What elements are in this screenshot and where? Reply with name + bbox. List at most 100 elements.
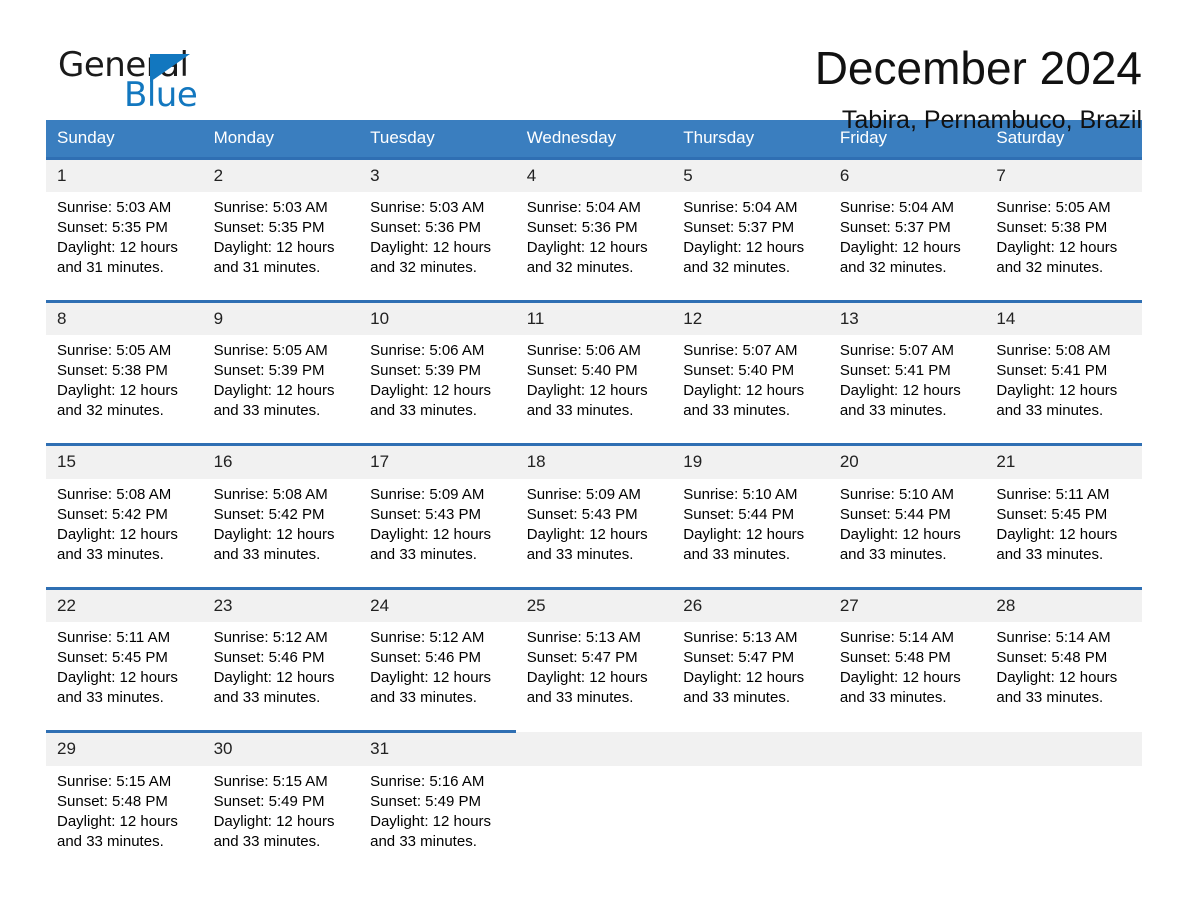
day-number[interactable]: 12 xyxy=(672,299,829,336)
day-cell[interactable]: Sunrise: 5:16 AM Sunset: 5:49 PM Dayligh… xyxy=(359,765,516,874)
day-cell[interactable]: Sunrise: 5:03 AM Sunset: 5:35 PM Dayligh… xyxy=(202,191,360,302)
day-number[interactable]: 19 xyxy=(672,443,829,479)
day-cell[interactable]: Sunrise: 5:09 AM Sunset: 5:43 PM Dayligh… xyxy=(359,478,516,589)
calendar-page: General Blue December 2024 Tabira, Perna… xyxy=(0,0,1188,918)
sunrise-text: Sunrise: 5:15 AM xyxy=(57,772,172,790)
day-number[interactable]: 10 xyxy=(359,299,516,336)
daylight-text: Daylight: 12 hours and 31 minutes. xyxy=(213,238,335,276)
day-number[interactable]: 21 xyxy=(985,443,1142,479)
day-cell[interactable]: Sunrise: 5:06 AM Sunset: 5:40 PM Dayligh… xyxy=(515,335,673,445)
sunset-text: Sunset: 5:37 PM xyxy=(683,218,795,236)
daylight-text: Daylight: 12 hours and 33 minutes. xyxy=(213,669,335,707)
week-5-daynumbers: 29 30 31 xyxy=(46,730,1142,766)
day-cell-empty xyxy=(828,765,986,874)
daylight-text: Daylight: 12 hours and 33 minutes. xyxy=(526,525,648,563)
day-cell[interactable]: Sunrise: 5:04 AM Sunset: 5:36 PM Dayligh… xyxy=(515,191,673,302)
day-cell[interactable]: Sunrise: 5:05 AM Sunset: 5:38 PM Dayligh… xyxy=(985,191,1142,302)
day-cell[interactable]: Sunrise: 5:09 AM Sunset: 5:43 PM Dayligh… xyxy=(515,478,673,589)
sunset-text: Sunset: 5:40 PM xyxy=(683,362,795,380)
daylight-text: Daylight: 12 hours and 33 minutes. xyxy=(57,812,178,850)
day-number[interactable]: 16 xyxy=(202,443,360,479)
daylight-text: Daylight: 12 hours and 33 minutes. xyxy=(683,525,805,563)
sunset-text: Sunset: 5:49 PM xyxy=(370,792,482,810)
day-cell[interactable]: Sunrise: 5:14 AM Sunset: 5:48 PM Dayligh… xyxy=(985,622,1142,732)
day-number[interactable]: 3 xyxy=(359,156,516,192)
day-cell[interactable]: Sunrise: 5:15 AM Sunset: 5:49 PM Dayligh… xyxy=(202,765,360,874)
day-number[interactable]: 4 xyxy=(515,156,673,192)
day-cell[interactable]: Sunrise: 5:08 AM Sunset: 5:42 PM Dayligh… xyxy=(202,478,360,589)
day-cell[interactable]: Sunrise: 5:05 AM Sunset: 5:39 PM Dayligh… xyxy=(202,335,360,445)
day-cell[interactable]: Sunrise: 5:12 AM Sunset: 5:46 PM Dayligh… xyxy=(359,622,516,732)
sunrise-text: Sunrise: 5:07 AM xyxy=(839,342,955,360)
sunrise-text: Sunrise: 5:05 AM xyxy=(57,342,172,360)
day-number[interactable]: 9 xyxy=(202,299,360,336)
sunset-text: Sunset: 5:48 PM xyxy=(57,792,168,810)
daylight-text: Daylight: 12 hours and 33 minutes. xyxy=(683,669,805,707)
week-2-daynumbers: 8 9 10 11 12 13 14 xyxy=(46,299,1142,336)
day-number[interactable]: 7 xyxy=(985,156,1142,192)
generalblue-logo[interactable]: General Blue xyxy=(46,44,216,114)
day-cell[interactable]: Sunrise: 5:08 AM Sunset: 5:42 PM Dayligh… xyxy=(46,478,203,589)
day-cell[interactable]: Sunrise: 5:10 AM Sunset: 5:44 PM Dayligh… xyxy=(828,478,986,589)
day-cell[interactable]: Sunrise: 5:06 AM Sunset: 5:39 PM Dayligh… xyxy=(359,335,516,445)
day-number[interactable]: 31 xyxy=(359,730,516,766)
day-number[interactable]: 23 xyxy=(202,586,360,623)
day-cell[interactable]: Sunrise: 5:15 AM Sunset: 5:48 PM Dayligh… xyxy=(46,765,203,874)
day-number-empty xyxy=(515,731,673,766)
daylight-text: Daylight: 12 hours and 33 minutes. xyxy=(370,669,492,707)
week-3-details: Sunrise: 5:08 AM Sunset: 5:42 PM Dayligh… xyxy=(46,478,1142,589)
day-number[interactable]: 13 xyxy=(828,299,986,336)
daylight-text: Daylight: 12 hours and 33 minutes. xyxy=(57,525,178,563)
day-cell[interactable]: Sunrise: 5:13 AM Sunset: 5:47 PM Dayligh… xyxy=(515,622,673,732)
day-cell[interactable]: Sunrise: 5:04 AM Sunset: 5:37 PM Dayligh… xyxy=(828,191,986,302)
day-number[interactable]: 26 xyxy=(672,586,829,623)
day-cell[interactable]: Sunrise: 5:04 AM Sunset: 5:37 PM Dayligh… xyxy=(672,191,829,302)
day-number[interactable]: 20 xyxy=(828,443,986,479)
day-cell[interactable]: Sunrise: 5:10 AM Sunset: 5:44 PM Dayligh… xyxy=(672,478,829,589)
day-number[interactable]: 6 xyxy=(828,156,986,192)
day-number[interactable]: 2 xyxy=(202,156,360,192)
sunset-text: Sunset: 5:41 PM xyxy=(839,362,951,380)
daylight-text: Daylight: 12 hours and 33 minutes. xyxy=(370,812,492,850)
day-number[interactable]: 29 xyxy=(46,730,203,766)
week-2-details: Sunrise: 5:05 AM Sunset: 5:38 PM Dayligh… xyxy=(46,335,1142,445)
daylight-text: Daylight: 12 hours and 33 minutes. xyxy=(57,669,178,707)
daylight-text: Daylight: 12 hours and 32 minutes. xyxy=(839,238,961,276)
day-cell[interactable]: Sunrise: 5:07 AM Sunset: 5:41 PM Dayligh… xyxy=(828,335,986,445)
day-number[interactable]: 8 xyxy=(46,299,203,336)
day-number-empty xyxy=(672,731,829,766)
daylight-text: Daylight: 12 hours and 32 minutes. xyxy=(996,238,1118,276)
day-number[interactable]: 18 xyxy=(515,443,673,479)
day-number[interactable]: 30 xyxy=(202,730,360,766)
day-cell[interactable]: Sunrise: 5:03 AM Sunset: 5:35 PM Dayligh… xyxy=(46,191,203,302)
day-cell[interactable]: Sunrise: 5:03 AM Sunset: 5:36 PM Dayligh… xyxy=(359,191,516,302)
day-number[interactable]: 17 xyxy=(359,443,516,479)
day-number[interactable]: 11 xyxy=(515,299,673,336)
day-cell[interactable]: Sunrise: 5:13 AM Sunset: 5:47 PM Dayligh… xyxy=(672,622,829,732)
day-number[interactable]: 5 xyxy=(672,156,829,192)
daylight-text: Daylight: 12 hours and 33 minutes. xyxy=(839,669,961,707)
sunset-text: Sunset: 5:39 PM xyxy=(213,362,325,380)
sunrise-text: Sunrise: 5:06 AM xyxy=(526,342,641,360)
day-cell[interactable]: Sunrise: 5:14 AM Sunset: 5:48 PM Dayligh… xyxy=(828,622,986,732)
day-number[interactable]: 22 xyxy=(46,586,203,623)
day-number[interactable]: 25 xyxy=(515,586,673,623)
day-cell[interactable]: Sunrise: 5:08 AM Sunset: 5:41 PM Dayligh… xyxy=(985,335,1142,445)
daylight-text: Daylight: 12 hours and 32 minutes. xyxy=(370,238,492,276)
day-number[interactable]: 24 xyxy=(359,586,516,623)
day-cell[interactable]: Sunrise: 5:11 AM Sunset: 5:45 PM Dayligh… xyxy=(46,622,203,732)
sunset-text: Sunset: 5:46 PM xyxy=(370,649,482,667)
day-number[interactable]: 1 xyxy=(46,156,203,192)
day-cell[interactable]: Sunrise: 5:12 AM Sunset: 5:46 PM Dayligh… xyxy=(202,622,360,732)
day-cell[interactable]: Sunrise: 5:05 AM Sunset: 5:38 PM Dayligh… xyxy=(46,335,203,445)
day-number[interactable]: 15 xyxy=(46,443,203,479)
day-number[interactable]: 14 xyxy=(985,299,1142,336)
sunrise-text: Sunrise: 5:08 AM xyxy=(996,342,1111,360)
page-title: December 2024 xyxy=(814,42,1142,94)
day-number[interactable]: 28 xyxy=(985,586,1142,623)
day-cell[interactable]: Sunrise: 5:11 AM Sunset: 5:45 PM Dayligh… xyxy=(985,478,1142,589)
sunrise-text: Sunrise: 5:12 AM xyxy=(370,629,485,647)
day-number[interactable]: 27 xyxy=(828,586,986,623)
day-cell[interactable]: Sunrise: 5:07 AM Sunset: 5:40 PM Dayligh… xyxy=(672,335,829,445)
sunset-text: Sunset: 5:44 PM xyxy=(683,505,795,523)
